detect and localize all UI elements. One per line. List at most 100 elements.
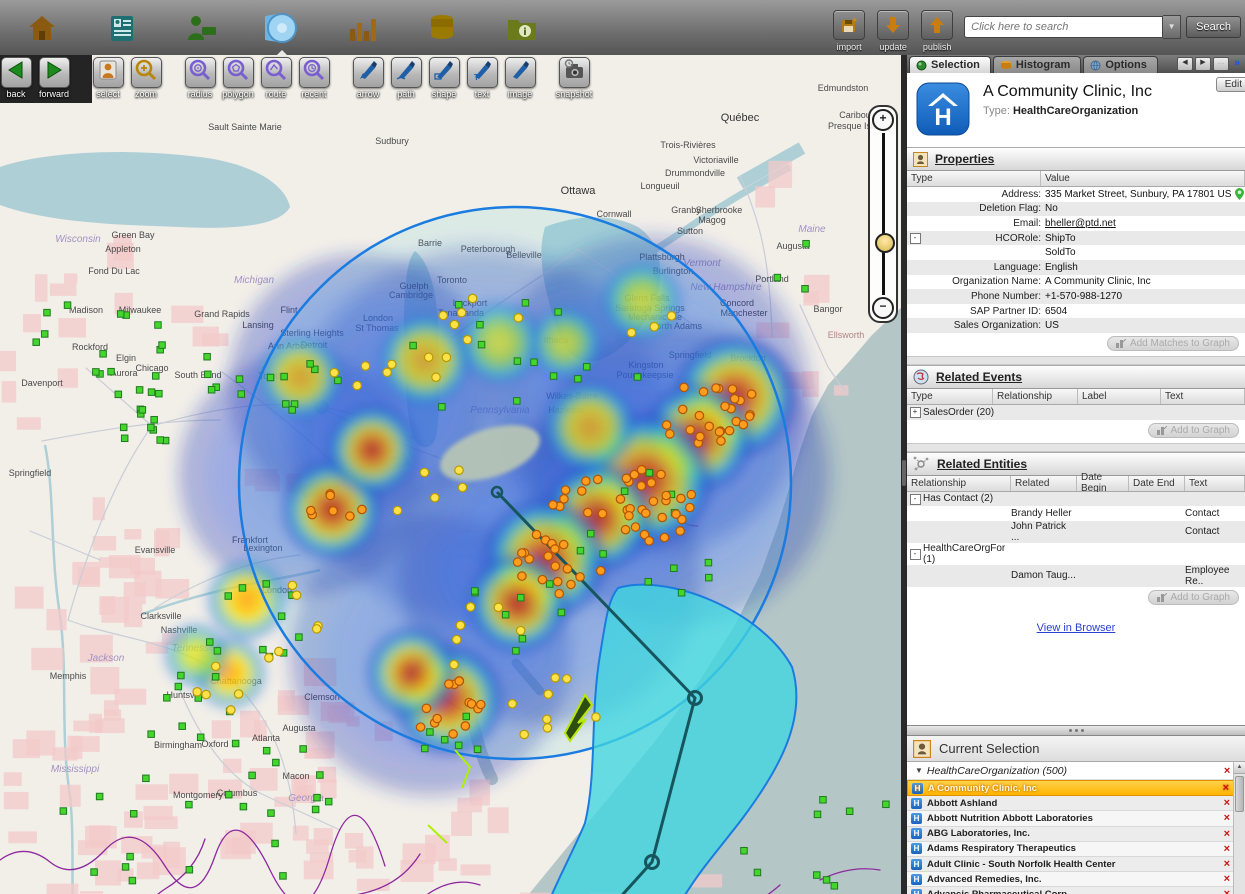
selection-list-item[interactable]: HAbbott Ashland× [907,796,1234,811]
map-marker-green[interactable] [263,747,270,754]
route-tool-button[interactable]: route [260,57,292,99]
map-marker-green[interactable] [93,369,100,376]
map-marker-green[interactable] [514,358,521,365]
map-marker-orange[interactable] [715,428,723,436]
map-marker-green[interactable] [178,672,185,679]
map-marker-green[interactable] [514,398,521,405]
radius-tool-button[interactable]: radius [184,57,216,99]
map-marker-green[interactable] [883,801,890,808]
selection-list-item[interactable]: HA Community Clinic, Inc× [907,780,1234,796]
map-marker-green[interactable] [300,746,307,753]
map-marker-green[interactable] [208,386,215,393]
map-marker-green[interactable] [583,364,590,371]
map-marker-orange[interactable] [422,704,430,712]
map-marker-orange[interactable] [677,494,685,502]
remove-item-icon[interactable]: × [1224,829,1230,839]
database-icon[interactable] [424,10,460,46]
map-marker-green[interactable] [427,729,434,736]
map-marker-green[interactable] [130,811,137,818]
map-panel-splitter[interactable] [901,55,907,894]
map-marker-green[interactable] [463,713,470,720]
map-marker-green[interactable] [678,590,685,597]
map-marker-green[interactable] [267,374,274,381]
map-marker-green[interactable] [600,551,607,558]
map-marker-orange[interactable] [559,540,567,548]
map-marker-green[interactable] [280,873,287,880]
tab-overflow-icon[interactable]: » [1231,58,1243,70]
map-marker-orange[interactable] [745,412,753,420]
map-marker-orange[interactable] [695,411,703,419]
map-marker-orange[interactable] [686,503,694,511]
back-tool-button[interactable]: back [0,57,32,99]
map-marker-green[interactable] [91,869,98,876]
map-marker-orange[interactable] [647,479,655,487]
add-to-graph-button[interactable]: Add to Graph [1148,423,1239,438]
map-marker-orange[interactable] [593,475,601,483]
selection-list-item[interactable]: HAdvancis Pharmaceutical Corp× [907,887,1234,894]
map-marker-green[interactable] [96,793,103,800]
map-marker-green[interactable] [143,775,150,782]
map-marker-orange[interactable] [567,580,575,588]
map-marker-yellow[interactable] [420,468,428,476]
search-input[interactable] [964,16,1163,38]
map-marker-orange[interactable] [699,388,707,396]
map-marker-green[interactable] [236,376,243,383]
map-marker-green[interactable] [575,376,582,383]
map-marker-orange[interactable] [705,422,713,430]
map-marker-yellow[interactable] [361,362,369,370]
map-marker-green[interactable] [120,424,127,431]
map-marker-green[interactable] [307,361,314,368]
map-marker-orange[interactable] [747,390,755,398]
map-marker-orange[interactable] [637,466,645,474]
map-marker-orange[interactable] [560,495,568,503]
map-marker-orange[interactable] [597,567,605,575]
map-marker-green[interactable] [249,772,256,779]
map-marker-yellow[interactable] [563,675,571,683]
home-icon[interactable] [24,10,60,46]
map-marker-green[interactable] [156,390,163,397]
map-marker-green[interactable] [212,674,219,681]
map-marker-green[interactable] [519,635,526,642]
map-marker-green[interactable] [197,734,204,741]
map-marker-green[interactable] [268,810,275,817]
tab-scroll-left-icon[interactable]: ◀ [1177,57,1193,71]
collapse-arrow-icon[interactable]: ▼ [915,766,923,775]
view-in-browser-link[interactable]: View in Browser [1037,622,1116,634]
map-marker-green[interactable] [186,867,193,874]
map-marker-orange[interactable] [739,420,747,428]
map-marker-green[interactable] [478,341,485,348]
expander-icon[interactable]: + [910,407,921,418]
map-marker-orange[interactable] [551,562,559,570]
map-marker-yellow[interactable] [202,690,210,698]
recent-tool-button[interactable]: recent [298,57,330,99]
text-tool-button[interactable]: Ttext [466,57,498,99]
map-marker-orange[interactable] [307,506,315,514]
map-marker-orange[interactable] [455,677,463,685]
list-scrollbar[interactable]: ▲ [1233,762,1245,894]
map-marker-green[interactable] [226,791,233,798]
map-marker-green[interactable] [64,302,71,309]
map-marker-yellow[interactable] [494,603,502,611]
related-entity-row[interactable]: -Has Contact (2) [907,492,1245,507]
map-marker-orange[interactable] [598,509,606,517]
map-marker-yellow[interactable] [455,466,463,474]
import-button[interactable]: import [832,10,866,52]
related-events-section-header[interactable]: Related Events [907,365,1245,389]
map-marker-yellow[interactable] [452,635,460,643]
map-marker-green[interactable] [232,740,239,747]
map-marker-yellow[interactable] [212,662,220,670]
map-marker-orange[interactable] [532,530,540,538]
map-marker-green[interactable] [175,683,182,690]
map-marker-green[interactable] [477,321,484,328]
map-marker-green[interactable] [44,309,51,316]
map-marker-yellow[interactable] [516,626,524,634]
map-marker-orange[interactable] [676,527,684,535]
map-marker-yellow[interactable] [424,353,432,361]
map-marker-green[interactable] [814,811,821,818]
map-marker-green[interactable] [100,351,107,358]
map-marker-yellow[interactable] [457,308,465,316]
polygon-tool-button[interactable]: polygon [222,57,254,99]
snapshot-tool-button[interactable]: snapshot [558,57,590,99]
map-marker-orange[interactable] [461,722,469,730]
map-marker-green[interactable] [587,530,594,537]
